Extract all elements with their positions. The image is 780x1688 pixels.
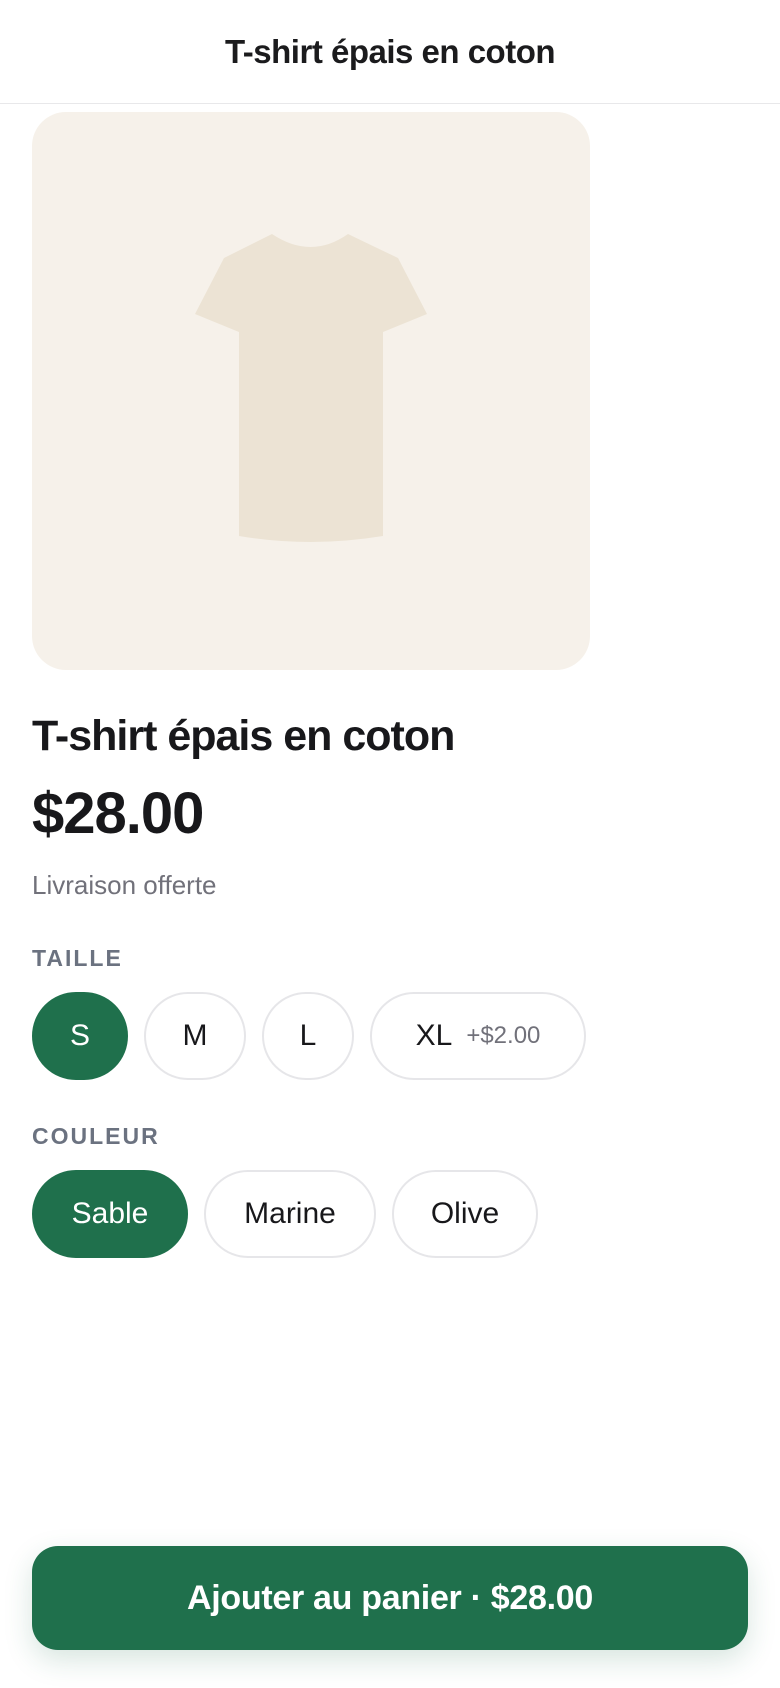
color-options: Sable Marine Olive xyxy=(32,1170,538,1258)
size-option-label: L xyxy=(299,1019,317,1052)
tshirt-icon xyxy=(195,234,427,542)
product-price: $28.00 xyxy=(32,781,204,846)
color-option-label: Olive xyxy=(430,1197,500,1230)
color-label: COULEUR xyxy=(32,1123,160,1149)
size-surcharge: +$2.00 xyxy=(466,1022,541,1049)
color-option-label: Marine xyxy=(244,1197,336,1230)
color-option-label: Sable xyxy=(71,1197,149,1230)
shipping-note: Livraison offerte xyxy=(32,870,217,900)
size-option-s[interactable]: S xyxy=(32,992,128,1080)
size-option-label: M xyxy=(182,1019,208,1052)
size-option-label: XL xyxy=(415,1019,453,1052)
product-image xyxy=(32,112,590,670)
color-option-marine[interactable]: Marine xyxy=(204,1170,376,1258)
navigation-bar: T-shirt épais en coton xyxy=(0,0,780,104)
size-options: S M L XL +$2.00 xyxy=(32,992,586,1080)
product-page: T-shirt épais en coton T-shirt épais en … xyxy=(0,0,780,1688)
size-option-l[interactable]: L xyxy=(262,992,354,1080)
add-to-cart-label: Ajouter au panier · $28.00 xyxy=(186,1578,593,1617)
size-option-m[interactable]: M xyxy=(144,992,246,1080)
add-to-cart-button[interactable]: Ajouter au panier · $28.00 xyxy=(32,1546,748,1650)
color-option-sable[interactable]: Sable xyxy=(32,1170,188,1258)
nav-title: T-shirt épais en coton xyxy=(224,32,556,70)
size-label: TAILLE xyxy=(32,945,123,971)
size-option-label: S xyxy=(69,1019,90,1052)
product-title: T-shirt épais en coton xyxy=(32,712,455,760)
color-option-olive[interactable]: Olive xyxy=(392,1170,538,1258)
size-option-xl[interactable]: XL +$2.00 xyxy=(370,992,586,1080)
